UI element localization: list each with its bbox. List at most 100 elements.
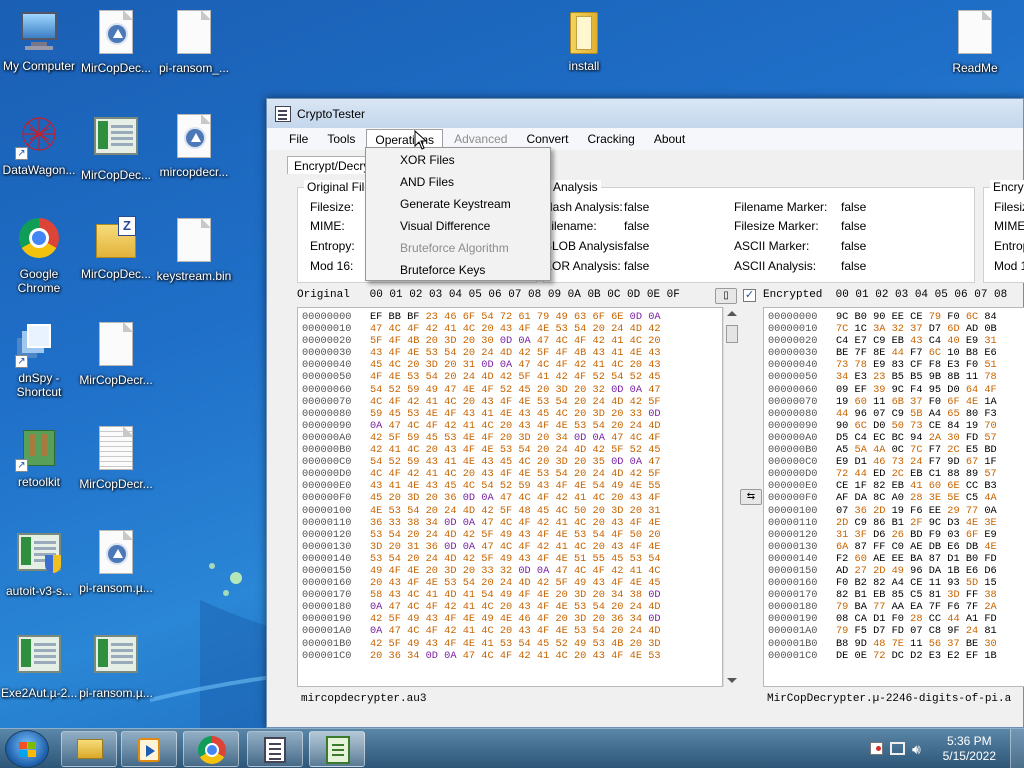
hex-byte: 59 xyxy=(369,407,383,420)
menu-item-bruteforce-keys[interactable]: Bruteforce Keys xyxy=(366,259,550,281)
hex-byte: 6C xyxy=(965,311,979,323)
hex-byte: DB xyxy=(928,540,942,553)
desktop-file-icon[interactable]: MirCopDec... xyxy=(78,112,154,182)
original-hex-scrollbar[interactable] xyxy=(723,307,739,687)
desktop-file-icon[interactable]: mircopdecr... xyxy=(156,112,232,179)
desktop-file-icon[interactable]: MirCopDecr... xyxy=(78,424,154,491)
desktop-file-icon[interactable]: ReadMe xyxy=(937,8,1013,75)
menu-convert[interactable]: Convert xyxy=(518,129,576,149)
hex-byte: 46 xyxy=(518,613,531,626)
hex-offset: 00000050 xyxy=(302,371,352,384)
hex-byte: CF xyxy=(910,359,923,372)
desktop-shortcut-icon[interactable]: ↗ dnSpy - Shortcut xyxy=(1,320,77,399)
hex-byte: 9C xyxy=(835,311,849,323)
hex-byte: 42 xyxy=(369,431,383,444)
menu-item-xor-files[interactable]: XOR Files xyxy=(366,149,550,171)
desktop-file-icon[interactable]: Z MirCopDec... xyxy=(78,216,154,281)
hex-byte: 5F xyxy=(388,431,401,444)
my-computer-icon[interactable]: My Computer xyxy=(1,8,77,73)
menu-about[interactable]: About xyxy=(646,129,693,149)
hex-row: 00000000 9C B0 90 EE CE 79 F0 6C 84 xyxy=(768,311,1020,323)
menu-item-visual-difference[interactable]: Visual Difference xyxy=(366,215,550,237)
desktop-shortcut-icon[interactable]: Google Chrome xyxy=(1,216,77,295)
enc-filesize-label: Filesize xyxy=(994,200,1024,214)
hex-byte: 3D xyxy=(555,456,568,469)
desktop-file-icon[interactable]: MirCopDecr... xyxy=(78,320,154,387)
filesize-marker-label: Filesize Marker: xyxy=(734,219,819,233)
hex-offset: 00000090 xyxy=(768,419,818,432)
taskbar-cryptotester-button[interactable] xyxy=(247,731,303,767)
hex-byte: 07 xyxy=(835,504,849,517)
desktop-file-icon[interactable]: autoit-v3-s... xyxy=(1,528,77,598)
taskbar-chrome-button[interactable] xyxy=(183,731,239,767)
desktop-file-icon[interactable]: pi-ransom_... xyxy=(156,8,232,75)
mod16-label: Mod 16: xyxy=(310,259,354,273)
desktop-icon-label: My Computer xyxy=(2,59,76,73)
volume-icon[interactable]: 🔊︎ xyxy=(912,741,921,758)
scroll-up-icon[interactable] xyxy=(727,311,737,316)
hex-byte: 5F xyxy=(388,613,401,626)
hex-byte: 8E xyxy=(873,347,886,360)
hex-byte: 4E xyxy=(407,480,420,493)
taskbar-media-player-button[interactable] xyxy=(121,731,177,767)
hex-byte: 54 xyxy=(462,577,476,590)
hex-offset: 00000110 xyxy=(768,516,818,529)
sync-checkbox[interactable]: ✓ xyxy=(743,289,756,302)
menu-file[interactable]: File xyxy=(281,129,316,149)
swap-button[interactable]: ⇆ xyxy=(740,489,762,505)
hex-byte: 78 xyxy=(854,359,867,372)
hex-byte: 37 xyxy=(947,637,960,650)
hex-byte: 60 xyxy=(854,395,867,408)
hex-byte: 0D xyxy=(425,649,438,662)
desktop-file-icon[interactable]: pi-ransom.µ... xyxy=(78,630,154,700)
hex-offset: 000001C0 xyxy=(768,649,818,662)
hex-byte: 24 xyxy=(462,371,476,384)
menu-cracking[interactable]: Cracking xyxy=(579,129,642,149)
hex-byte: 81 xyxy=(984,625,997,638)
action-center-icon[interactable] xyxy=(870,742,883,755)
menu-item-and-files[interactable]: AND Files xyxy=(366,171,550,193)
taskbar-notepad-plus-button[interactable] xyxy=(309,731,365,767)
hex-byte: 4E xyxy=(629,347,642,360)
menu-item-bruteforce-algorithm[interactable]: Bruteforce Algorithm xyxy=(366,237,550,259)
sync-button[interactable]: ▯ xyxy=(715,288,737,304)
desktop-shortcut-icon[interactable]: ↗ retoolkit xyxy=(1,424,77,489)
window-titlebar[interactable]: CryptoTester xyxy=(267,99,1023,128)
clock[interactable]: 5:36 PM 5/15/2022 xyxy=(943,734,996,764)
hex-byte: 4E xyxy=(965,516,979,529)
scroll-down-icon[interactable] xyxy=(727,678,737,683)
network-icon[interactable] xyxy=(890,742,905,755)
show-desktop-button[interactable] xyxy=(1010,729,1024,768)
hex-byte: 53 xyxy=(629,552,642,565)
original-hex-view[interactable]: 00000000 EF BB BF 23 46 6F 54 72 61 79 4… xyxy=(297,307,723,687)
desktop-file-icon[interactable]: keystream.bin xyxy=(156,216,232,283)
encrypted-hex-view[interactable]: 00000000 9C B0 90 EE CE 79 F0 6C 84 00000… xyxy=(763,307,1024,687)
hex-row: 000000A0 42 5F 59 45 53 4E 4F 20 3D 20 3… xyxy=(302,432,718,444)
start-button[interactable] xyxy=(5,730,49,768)
desktop-folder-icon[interactable]: install xyxy=(546,8,622,73)
scroll-thumb[interactable] xyxy=(726,325,738,343)
taskbar-explorer-button[interactable] xyxy=(61,731,117,767)
hex-byte: B8 xyxy=(835,637,849,650)
hex-byte: 4F xyxy=(611,649,624,662)
desktop-file-icon[interactable]: Exe2Aut.µ-2... xyxy=(1,630,77,700)
hex-byte: 39 xyxy=(873,383,886,396)
hex-byte: BB xyxy=(388,311,401,323)
hex-byte: 2D xyxy=(873,564,886,577)
desktop-shortcut-icon[interactable]: ↗ DataWagon... xyxy=(1,112,77,177)
hex-byte: 4F xyxy=(592,564,605,577)
hex-byte: 4E xyxy=(629,649,642,662)
hex-byte: 4E xyxy=(462,383,476,396)
desktop-file-icon[interactable]: MirCopDec... xyxy=(78,8,154,75)
menu-advanced[interactable]: Advanced xyxy=(446,129,515,149)
enc-entropy-label: Entrop xyxy=(994,239,1024,253)
menu-tools[interactable]: Tools xyxy=(319,129,363,149)
hex-byte: 20 xyxy=(462,468,476,481)
menu-item-generate-keystream[interactable]: Generate Keystream xyxy=(366,193,550,215)
hex-byte: 59 xyxy=(407,431,420,444)
hex-byte: 52 xyxy=(499,480,513,493)
hex-byte: 41 xyxy=(481,407,494,420)
hex-byte: 47 xyxy=(518,359,531,372)
hex-byte: 53 xyxy=(499,444,513,457)
desktop-file-icon[interactable]: pi-ransom.µ... xyxy=(78,528,154,595)
